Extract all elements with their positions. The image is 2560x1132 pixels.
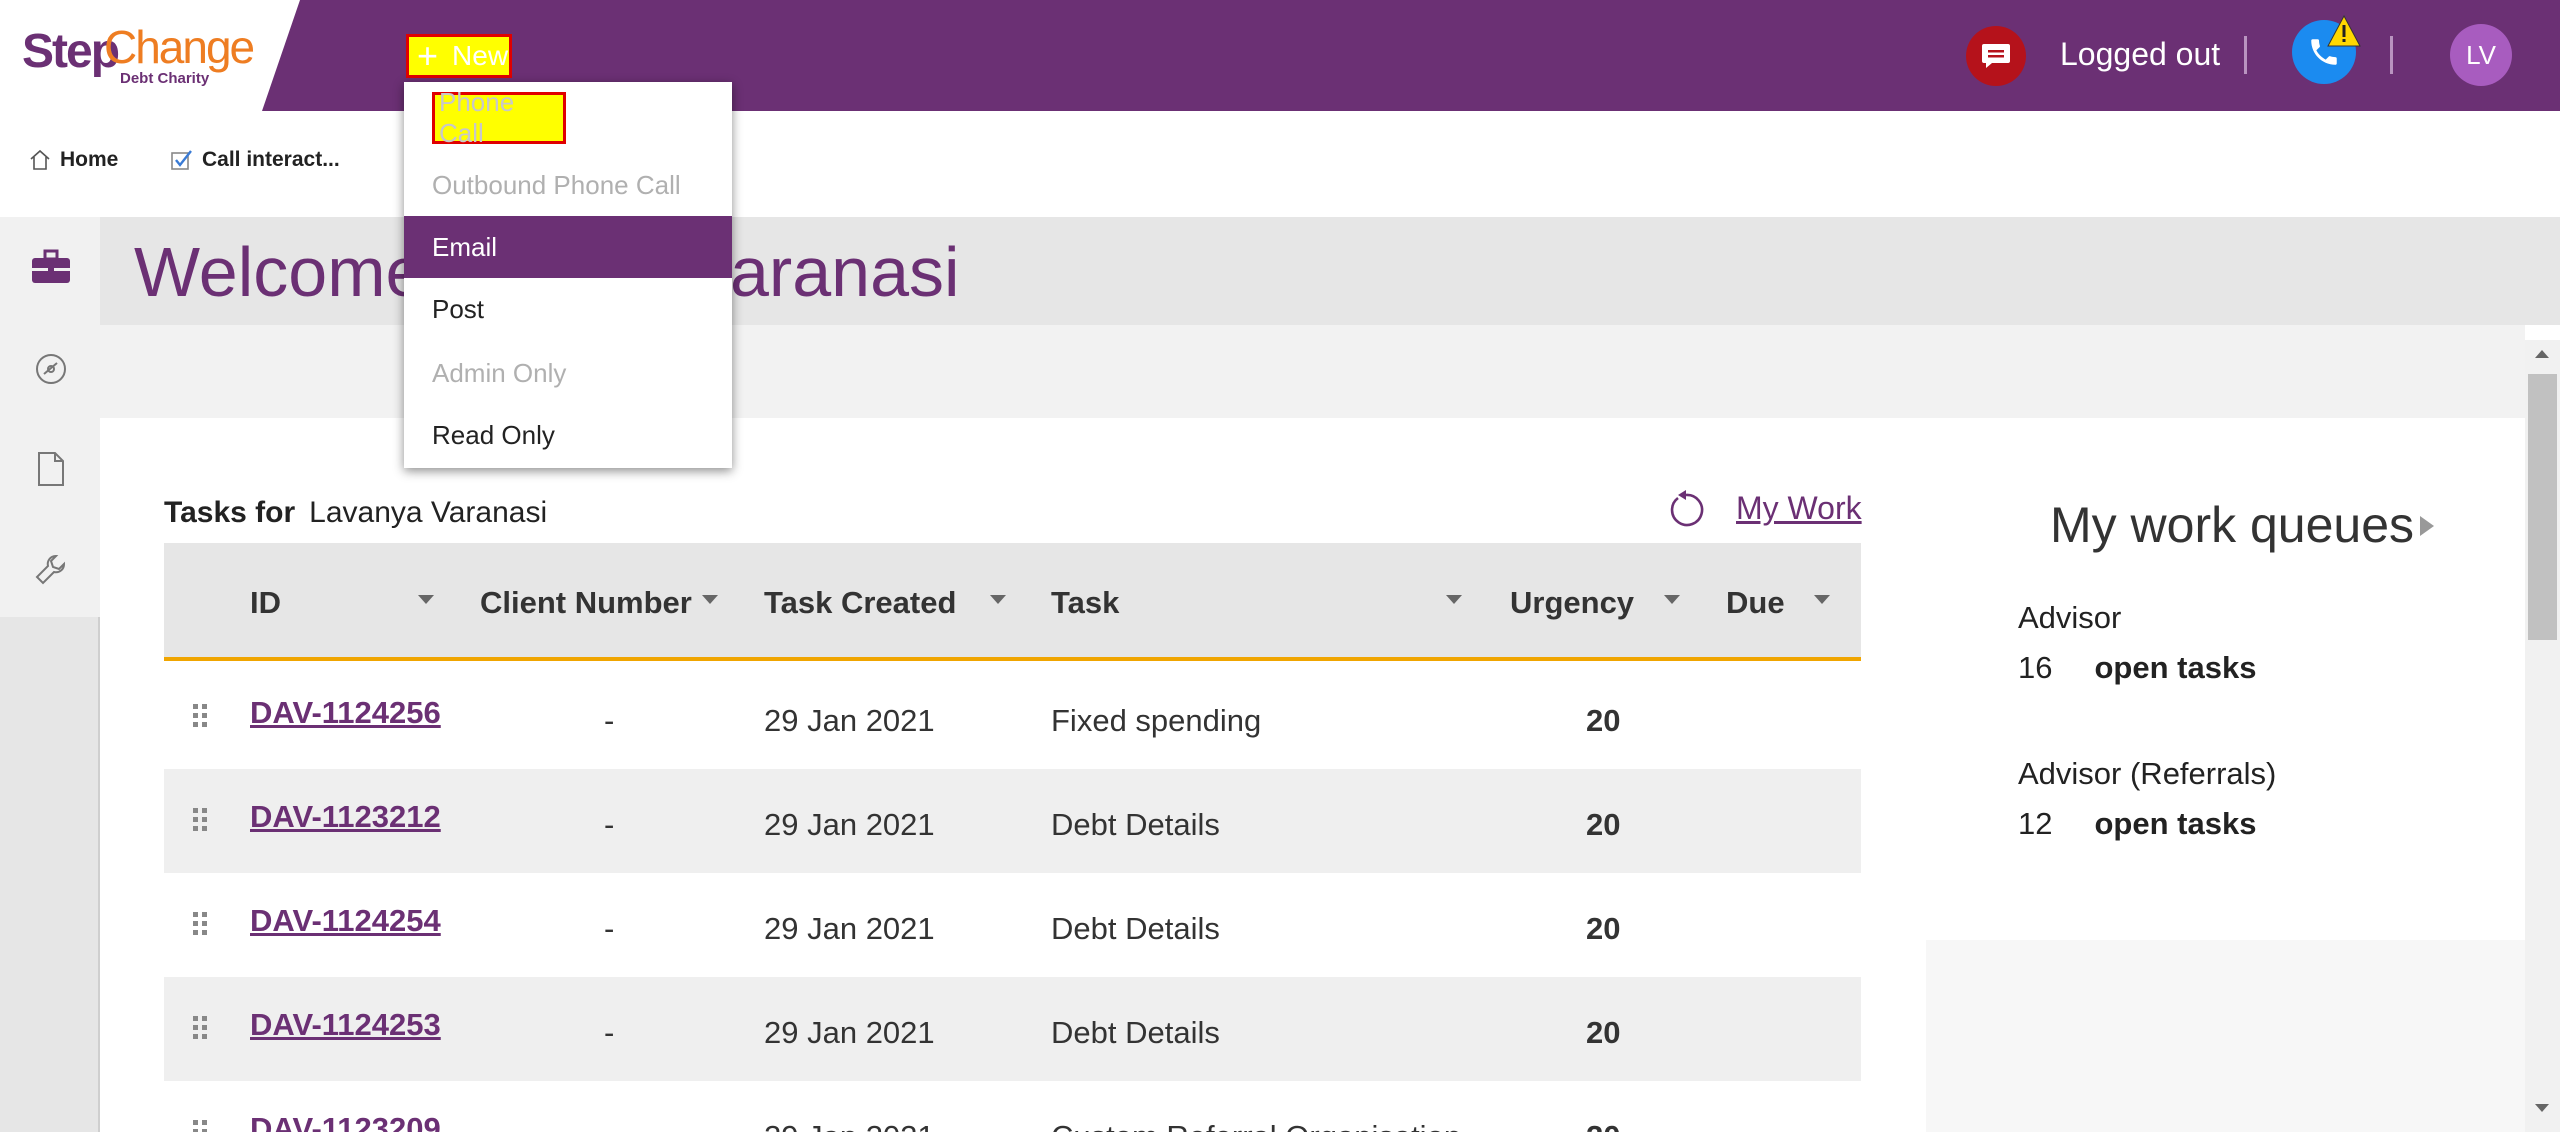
header-divider [2244,36,2247,74]
drag-handle-icon[interactable] [192,911,208,937]
chat-icon[interactable] [1966,26,2026,86]
home-icon [30,149,50,170]
tasks-table-header: ID Client Number Task Created Task Urgen… [164,543,1861,661]
logo-subtitle: Debt Charity [120,70,210,87]
task-created: 29 Jan 2021 [764,1015,935,1050]
tab-call-label: Call interact... [202,148,340,171]
tab-home[interactable]: Home [28,148,118,172]
table-row[interactable]: DAV-1124253 - 29 Jan 2021 Debt Details 2… [164,977,1861,1081]
new-dropdown-menu: Phone Call Outbound Phone Call Email Pos… [404,82,732,468]
logo-change-text: Change [104,21,255,73]
table-row[interactable]: DAV-1124256 - 29 Jan 2021 Fixed spending… [164,665,1861,769]
queue-count-suffix: open tasks [2094,806,2257,841]
client-number: - [604,703,615,738]
client-number: - [604,807,615,842]
task-id-link[interactable]: DAV-1124256 [250,695,441,731]
task-created: 29 Jan 2021 [764,1119,935,1132]
drag-handle-icon[interactable] [192,1015,208,1041]
scroll-down-arrow-icon[interactable] [2535,1104,2549,1112]
drag-handle-icon[interactable] [192,1119,208,1132]
queue-count-number: 12 [2018,806,2053,841]
urgency: 20 [1586,911,1621,946]
column-header-task-created[interactable]: Task Created [764,585,956,621]
user-avatar[interactable]: LV [2450,24,2512,86]
urgency: 20 [1586,807,1621,842]
menu-item-phone-call[interactable]: Phone Call [432,87,566,148]
task-created: 29 Jan 2021 [764,807,935,842]
client-number: - [604,911,615,946]
expand-arrow-icon[interactable] [2420,516,2434,536]
refresh-icon[interactable] [1664,488,1708,537]
scrollbar-thumb[interactable] [2528,374,2557,640]
new-button[interactable]: + New [406,34,512,78]
dashboard-icon[interactable] [30,348,72,390]
menu-item-email[interactable]: Email [404,216,732,278]
column-header-id[interactable]: ID [250,585,281,621]
my-work-link[interactable]: My Work [1736,490,1862,527]
urgency: 20 [1586,1119,1620,1132]
queue-count[interactable]: 12 open tasks [2018,806,2256,842]
task-name: Debt Details [1051,807,1220,842]
drag-handle-icon[interactable] [192,807,208,833]
menu-item-admin-only[interactable]: Admin Only [404,342,732,404]
new-button-label: New [452,40,509,71]
table-row[interactable]: DAV-1123209 - 29 Jan 2021 Custom Referra… [164,1081,1861,1132]
queue-name[interactable]: Advisor [2018,600,2121,636]
urgency: 20 [1586,703,1621,738]
briefcase-icon[interactable] [30,246,72,288]
queue-name[interactable]: Advisor (Referrals) [2018,756,2276,792]
sort-caret-icon[interactable] [418,595,434,604]
client-number: - [604,1015,615,1050]
sort-caret-icon[interactable] [990,595,1006,604]
task-name: Fixed spending [1051,703,1262,738]
tasks-for-label: Tasks for [164,496,296,529]
queue-count[interactable]: 16 open tasks [2018,650,2256,686]
tab-strip [0,111,2560,217]
task-created: 29 Jan 2021 [764,703,935,738]
welcome-heading-name: aranasi [730,233,960,311]
stepchange-logo[interactable]: Step Change Debt Charity [0,0,300,111]
drag-handle-icon[interactable] [192,703,208,729]
task-id-link[interactable]: DAV-1124254 [250,903,441,939]
right-panel-footer [1926,940,2525,1132]
tab-call-interaction[interactable]: Call interact... [170,148,340,172]
sort-caret-icon[interactable] [1814,595,1830,604]
plus-icon: + [417,35,439,76]
sort-caret-icon[interactable] [702,595,718,604]
welcome-heading: Welcome [134,233,425,311]
scroll-up-arrow-icon[interactable] [2535,350,2549,358]
task-id-link[interactable]: DAV-1123209 [250,1111,441,1132]
task-created: 29 Jan 2021 [764,911,935,946]
menu-item-outbound-phone-call[interactable]: Outbound Phone Call [404,154,732,216]
menu-item-read-only[interactable]: Read Only [404,404,732,466]
table-row[interactable]: DAV-1123212 - 29 Jan 2021 Debt Details 2… [164,769,1861,873]
login-status: Logged out [2060,36,2221,72]
document-icon[interactable] [30,448,72,490]
queue-count-suffix: open tasks [2094,650,2257,685]
header-divider [2390,36,2393,74]
sort-caret-icon[interactable] [1446,595,1462,604]
sort-caret-icon[interactable] [1664,595,1680,604]
wrench-icon[interactable] [30,548,72,590]
column-header-urgency[interactable]: Urgency [1510,585,1634,621]
task-id-link[interactable]: DAV-1123212 [250,799,441,835]
tasks-user: Lavanya Varanasi [309,496,548,529]
queue-count-number: 16 [2018,650,2053,685]
task-id-link[interactable]: DAV-1124253 [250,1007,441,1043]
checkbox-icon [171,150,192,170]
column-header-client-number[interactable]: Client Number [480,585,692,621]
task-name: Debt Details [1051,1015,1220,1050]
urgency: 20 [1586,1015,1621,1050]
tasks-heading: Tasks for Lavanya Varanasi [164,496,547,530]
tab-home-label: Home [60,148,119,171]
column-header-task[interactable]: Task [1051,585,1119,621]
table-row[interactable]: DAV-1124254 - 29 Jan 2021 Debt Details 2… [164,873,1861,977]
task-name: Custom Referral Organisation [1051,1119,1461,1132]
work-queues-title[interactable]: My work queues [2050,496,2414,554]
column-header-due[interactable]: Due [1726,585,1785,621]
menu-item-post[interactable]: Post [404,278,732,340]
task-name: Debt Details [1051,911,1220,946]
warning-icon [2326,14,2362,53]
client-number: - [604,1119,614,1132]
